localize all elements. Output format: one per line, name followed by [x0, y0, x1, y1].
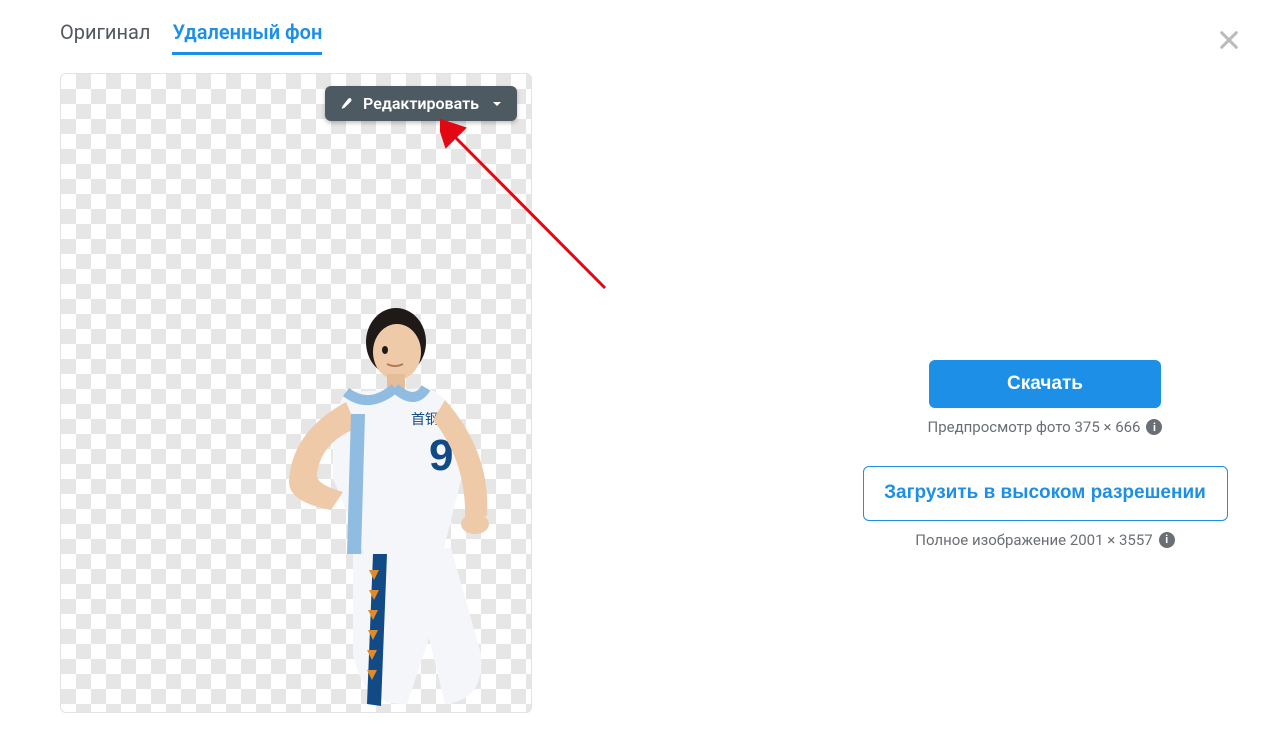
info-icon[interactable]: i: [1159, 532, 1175, 548]
result-image: 9 首钢: [181, 302, 521, 712]
tab-removed-background[interactable]: Удаленный фон: [172, 20, 322, 55]
edit-button-label: Редактировать: [363, 94, 479, 113]
download-button[interactable]: Скачать: [929, 360, 1161, 408]
preview-size-text: Предпросмотр фото 375 × 666: [928, 418, 1141, 436]
download-hires-button[interactable]: Загрузить в высоком разрешении: [863, 466, 1228, 521]
download-panel: Скачать Предпросмотр фото 375 × 666 i За…: [860, 360, 1230, 569]
image-preview: Редактировать 9: [60, 73, 532, 713]
info-icon[interactable]: i: [1146, 419, 1162, 435]
full-size-text: Полное изображение 2001 × 3557: [915, 531, 1152, 549]
brush-icon: [339, 96, 355, 112]
chevron-down-icon: [491, 98, 503, 110]
tabs: Оригинал Удаленный фон: [60, 20, 1214, 55]
tab-original[interactable]: Оригинал: [60, 20, 150, 55]
edit-button[interactable]: Редактировать: [325, 86, 517, 121]
close-button[interactable]: [1214, 25, 1244, 55]
close-icon: [1218, 29, 1240, 51]
full-size-caption: Полное изображение 2001 × 3557 i: [915, 531, 1174, 549]
preview-size-caption: Предпросмотр фото 375 × 666 i: [928, 418, 1163, 436]
